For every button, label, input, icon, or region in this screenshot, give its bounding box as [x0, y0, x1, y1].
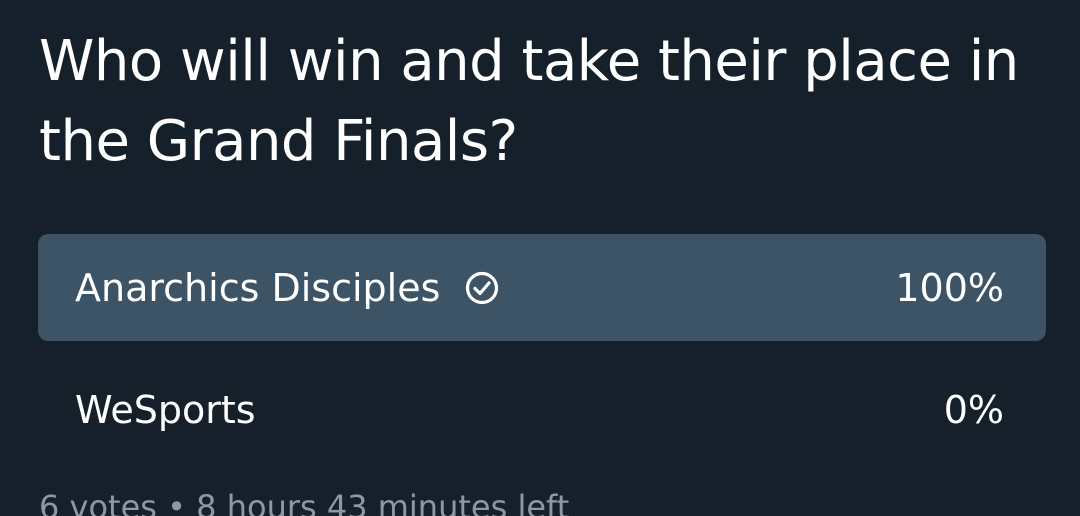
option-percent: 0%	[943, 387, 1004, 432]
poll-card: Who will win and take their place in the…	[0, 0, 1080, 516]
option-label-row: WeSports	[75, 356, 256, 463]
option-label: WeSports	[75, 387, 256, 432]
poll-option-wesports[interactable]: WeSports 0%	[38, 356, 1046, 463]
poll-footer: 6 votes • 8 hours 43 minutes left	[39, 488, 570, 516]
option-label-row: Anarchics Disciples	[75, 234, 500, 341]
option-percent: 100%	[895, 265, 1004, 310]
option-label: Anarchics Disciples	[75, 265, 441, 310]
poll-question: Who will win and take their place in the…	[39, 29, 1019, 174]
check-circle-icon	[466, 271, 499, 304]
poll-option-anarchics-disciples[interactable]: Anarchics Disciples 100%	[38, 234, 1046, 341]
